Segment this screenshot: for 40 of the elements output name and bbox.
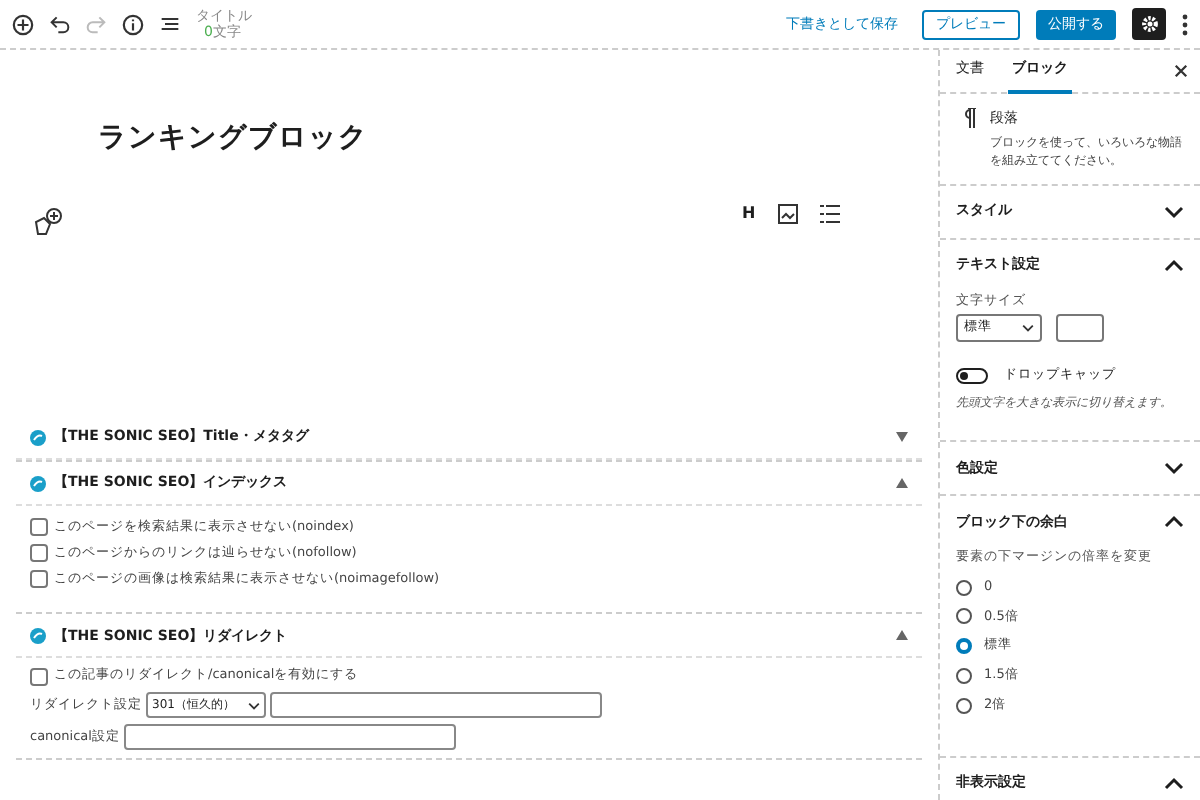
info-icon[interactable] xyxy=(122,13,144,35)
list-view-icon[interactable] xyxy=(160,14,180,34)
collapse-icon[interactable] xyxy=(896,478,908,488)
plugin-logo-icon xyxy=(30,475,46,491)
radio-button[interactable] xyxy=(956,697,972,714)
add-icon[interactable] xyxy=(12,13,34,35)
chevron-down-icon[interactable] xyxy=(1164,458,1184,478)
radio-button[interactable] xyxy=(956,667,972,684)
radio-button[interactable] xyxy=(956,608,972,625)
collapse-icon[interactable] xyxy=(896,630,908,641)
heading-button[interactable]: H xyxy=(742,202,756,226)
paragraph-icon xyxy=(960,108,976,128)
custom-size-field[interactable] xyxy=(1056,314,1104,343)
plugin-logo-icon xyxy=(30,429,46,445)
chevron-down-icon xyxy=(1022,322,1034,335)
checkbox[interactable] xyxy=(30,569,48,588)
canonical-field[interactable] xyxy=(123,724,456,750)
checkbox[interactable] xyxy=(30,518,48,537)
checkbox[interactable] xyxy=(30,544,48,563)
list-icon[interactable] xyxy=(819,204,840,224)
checkbox[interactable] xyxy=(30,667,48,686)
block-inserter-icon[interactable] xyxy=(32,206,64,238)
close-icon[interactable] xyxy=(1174,64,1188,78)
expand-icon[interactable] xyxy=(896,432,908,442)
undo-icon[interactable] xyxy=(50,14,70,34)
radio-button[interactable] xyxy=(956,579,972,596)
chevron-up-icon[interactable] xyxy=(1164,773,1184,793)
radio-button[interactable] xyxy=(956,638,972,655)
chevron-down-icon xyxy=(248,699,260,711)
redirect-url-field[interactable] xyxy=(270,692,602,718)
image-icon[interactable] xyxy=(777,204,798,224)
settings-button[interactable] xyxy=(1132,8,1166,40)
toggle-switch[interactable] xyxy=(956,368,988,385)
chevron-down-icon[interactable] xyxy=(1164,201,1184,221)
settings-icon xyxy=(1139,14,1159,34)
more-menu-icon[interactable] xyxy=(1182,13,1188,35)
chevron-up-icon[interactable] xyxy=(1164,255,1184,275)
plugin-logo-icon xyxy=(30,627,46,644)
chevron-up-icon[interactable] xyxy=(1164,512,1184,532)
post-heading[interactable]: ランキングブロック xyxy=(98,118,368,160)
